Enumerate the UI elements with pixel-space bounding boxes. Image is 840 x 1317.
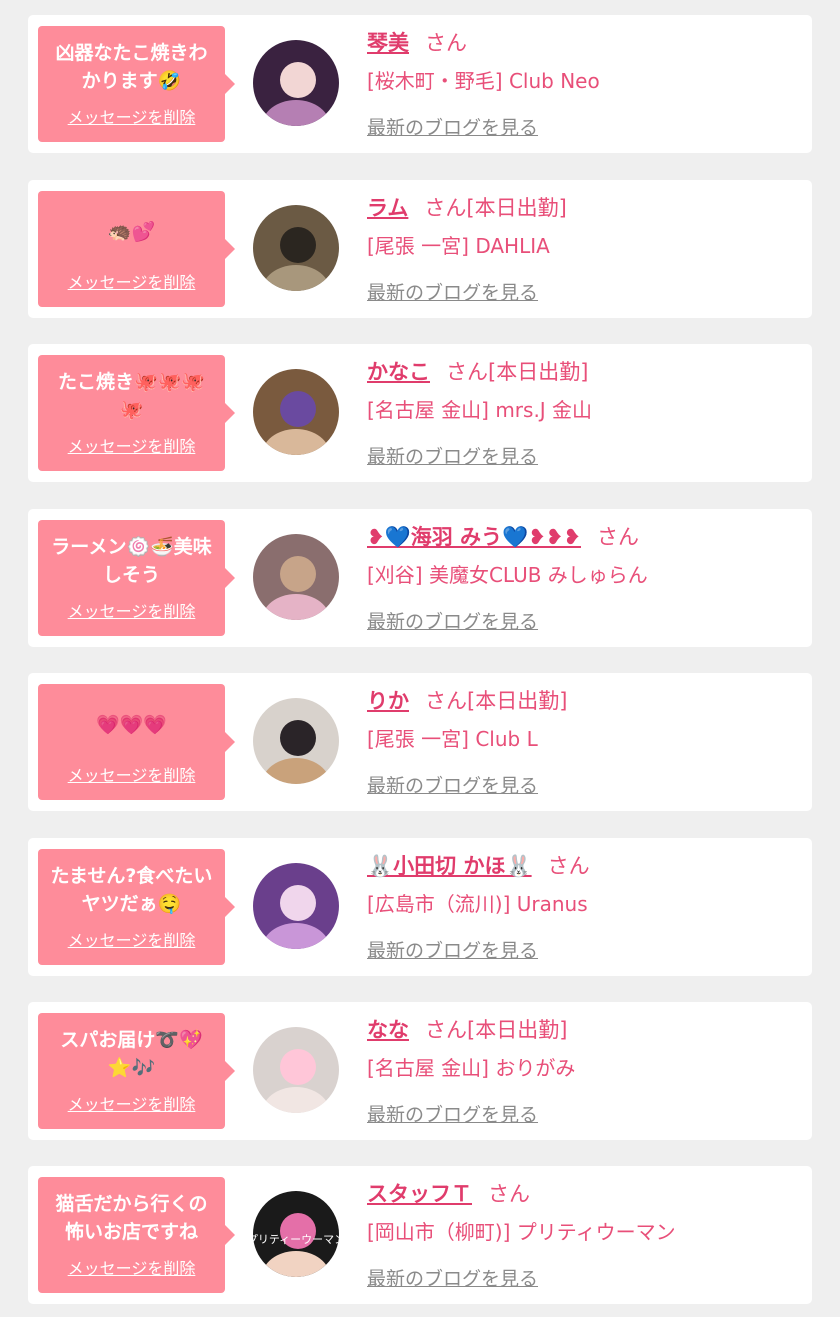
message-bubble: スパお届け➰💖⭐🎶 メッセージを削除 (38, 1013, 235, 1129)
latest-blog-link[interactable]: 最新のブログを見る (367, 1264, 538, 1291)
cast-name-link[interactable]: 🐰小田切 かほ🐰 (367, 854, 532, 878)
name-suffix: さん[本日出勤] (425, 1018, 568, 1042)
cast-name-link[interactable]: スタッフＴ (367, 1182, 472, 1206)
name-suffix: さん (488, 1182, 530, 1206)
delete-message-link[interactable]: メッセージを削除 (68, 762, 196, 786)
avatar-photo (253, 1027, 339, 1113)
avatar-face (280, 556, 316, 592)
latest-blog-link[interactable]: 最新のブログを見る (367, 278, 538, 305)
message-bubble: 💗💗💗 メッセージを削除 (38, 684, 235, 800)
name-suffix: さん[本日出勤] (424, 196, 567, 220)
message-text: たこ焼き🐙🐙🐙🐙 (58, 371, 205, 421)
delete-message-link[interactable]: メッセージを削除 (68, 104, 196, 128)
message-bubble: 🦔💕 メッセージを削除 (38, 191, 235, 307)
shop-info: [岡山市（柳町)] プリティウーマン (367, 1220, 676, 1244)
name-line: スタッフＴ さん (367, 1178, 807, 1208)
name-line: なな さん[本日出勤] (367, 1014, 807, 1044)
message-text: 凶器なたこ焼きわかります🤣 (55, 42, 208, 92)
avatar-photo (253, 863, 339, 949)
message-text: たません?食べたいヤツだぁ🤤 (50, 865, 213, 915)
message-bubble: 凶器なたこ焼きわかります🤣 メッセージを削除 (38, 26, 235, 142)
name-suffix: さん (547, 854, 590, 878)
cast-name-link[interactable]: ラム (367, 196, 408, 220)
list-item: 猫舌だから行くの怖いお店ですね メッセージを削除 プリティーウーマン スタッフＴ… (28, 1166, 812, 1304)
avatar-face (280, 62, 316, 98)
list-item: 💗💗💗 メッセージを削除 りか さん[本日出勤] [尾張 一宮] Club L 最… (28, 673, 812, 811)
message-list: 凶器なたこ焼きわかります🤣 メッセージを削除 琴美 さん [桜木町・野毛] Clu… (0, 0, 840, 1317)
avatar[interactable] (253, 534, 339, 620)
name-suffix: さん (597, 525, 639, 549)
avatar[interactable] (253, 863, 339, 949)
shop-info: [広島市（流川)] Uranus (367, 892, 588, 916)
name-line: ❥💙海羽 みう💙❥❥❥ さん (367, 521, 807, 551)
avatar-face (280, 1049, 316, 1085)
shop-info: [名古屋 金山] おりがみ (367, 1056, 576, 1080)
avatar-photo (253, 534, 339, 620)
message-text: ラーメン🍥🍜美味しそう (51, 536, 212, 586)
delete-message-link[interactable]: メッセージを削除 (68, 433, 196, 457)
avatar-photo: プリティーウーマン (253, 1191, 339, 1277)
avatar-face (280, 227, 316, 263)
delete-message-link[interactable]: メッセージを削除 (68, 1255, 196, 1279)
name-line: 琴美 さん (367, 27, 807, 57)
cast-name-link[interactable]: 琴美 (367, 31, 409, 55)
message-bubble: 猫舌だから行くの怖いお店ですね メッセージを削除 (38, 1177, 235, 1293)
avatar-photo (253, 40, 339, 126)
list-item: たません?食べたいヤツだぁ🤤 メッセージを削除 🐰小田切 かほ🐰 さん [広島市（… (28, 838, 812, 976)
avatar-photo (253, 205, 339, 291)
latest-blog-link[interactable]: 最新のブログを見る (367, 442, 538, 469)
avatar-photo (253, 698, 339, 784)
message-bubble: たません?食べたいヤツだぁ🤤 メッセージを削除 (38, 849, 235, 965)
avatar-face (280, 720, 316, 756)
delete-message-link[interactable]: メッセージを削除 (68, 1091, 196, 1115)
list-item: 🦔💕 メッセージを削除 ラム さん[本日出勤] [尾張 一宮] DAHLIA 最新… (28, 180, 812, 318)
message-bubble: たこ焼き🐙🐙🐙🐙 メッセージを削除 (38, 355, 235, 471)
avatar[interactable] (253, 205, 339, 291)
shop-info: [尾張 一宮] DAHLIA (367, 234, 550, 258)
message-text: 🦔💕 (107, 221, 156, 243)
list-item: スパお届け➰💖⭐🎶 メッセージを削除 なな さん[本日出勤] [名古屋 金山] お… (28, 1002, 812, 1140)
cast-name-link[interactable]: かなこ (367, 360, 430, 384)
latest-blog-link[interactable]: 最新のブログを見る (367, 771, 538, 798)
cast-name-link[interactable]: りか (367, 689, 409, 713)
avatar[interactable]: プリティーウーマン (253, 1191, 339, 1277)
latest-blog-link[interactable]: 最新のブログを見る (367, 607, 538, 634)
name-line: かなこ さん[本日出勤] (367, 356, 807, 386)
list-item: ラーメン🍥🍜美味しそう メッセージを削除 ❥💙海羽 みう💙❥❥❥ さん [刈谷] … (28, 509, 812, 647)
message-text: 💗💗💗 (96, 714, 167, 736)
latest-blog-link[interactable]: 最新のブログを見る (367, 1100, 538, 1127)
list-item: たこ焼き🐙🐙🐙🐙 メッセージを削除 かなこ さん[本日出勤] [名古屋 金山] m… (28, 344, 812, 482)
message-text: 猫舌だから行くの怖いお店ですね (55, 1193, 208, 1243)
avatar-logo-text: プリティーウーマン (253, 1233, 339, 1246)
cast-name-link[interactable]: ❥💙海羽 みう💙❥❥❥ (367, 525, 581, 549)
list-item: 凶器なたこ焼きわかります🤣 メッセージを削除 琴美 さん [桜木町・野毛] Clu… (28, 15, 812, 153)
avatar-face (280, 391, 316, 427)
name-suffix: さん (425, 31, 467, 55)
name-suffix: さん[本日出勤] (446, 360, 589, 384)
shop-info: [刈谷] 美魔女CLUB みしゅらん (367, 563, 648, 587)
latest-blog-link[interactable]: 最新のブログを見る (367, 936, 538, 963)
name-suffix: さん[本日出勤] (425, 689, 568, 713)
avatar[interactable] (253, 40, 339, 126)
avatar[interactable] (253, 369, 339, 455)
cast-name-link[interactable]: なな (367, 1018, 409, 1042)
delete-message-link[interactable]: メッセージを削除 (68, 598, 196, 622)
name-line: ラム さん[本日出勤] (367, 192, 807, 222)
shop-info: [尾張 一宮] Club L (367, 727, 538, 751)
shop-info: [桜木町・野毛] Club Neo (367, 69, 600, 93)
latest-blog-link[interactable]: 最新のブログを見る (367, 113, 538, 140)
name-line: りか さん[本日出勤] (367, 685, 807, 715)
name-line: 🐰小田切 かほ🐰 さん (367, 850, 807, 880)
shop-info: [名古屋 金山] mrs.J 金山 (367, 398, 593, 422)
avatar[interactable] (253, 698, 339, 784)
avatar[interactable] (253, 1027, 339, 1113)
message-text: スパお届け➰💖⭐🎶 (60, 1029, 203, 1079)
delete-message-link[interactable]: メッセージを削除 (68, 269, 196, 293)
delete-message-link[interactable]: メッセージを削除 (68, 927, 196, 951)
avatar-photo (253, 369, 339, 455)
message-bubble: ラーメン🍥🍜美味しそう メッセージを削除 (38, 520, 235, 636)
avatar-face (280, 885, 316, 921)
